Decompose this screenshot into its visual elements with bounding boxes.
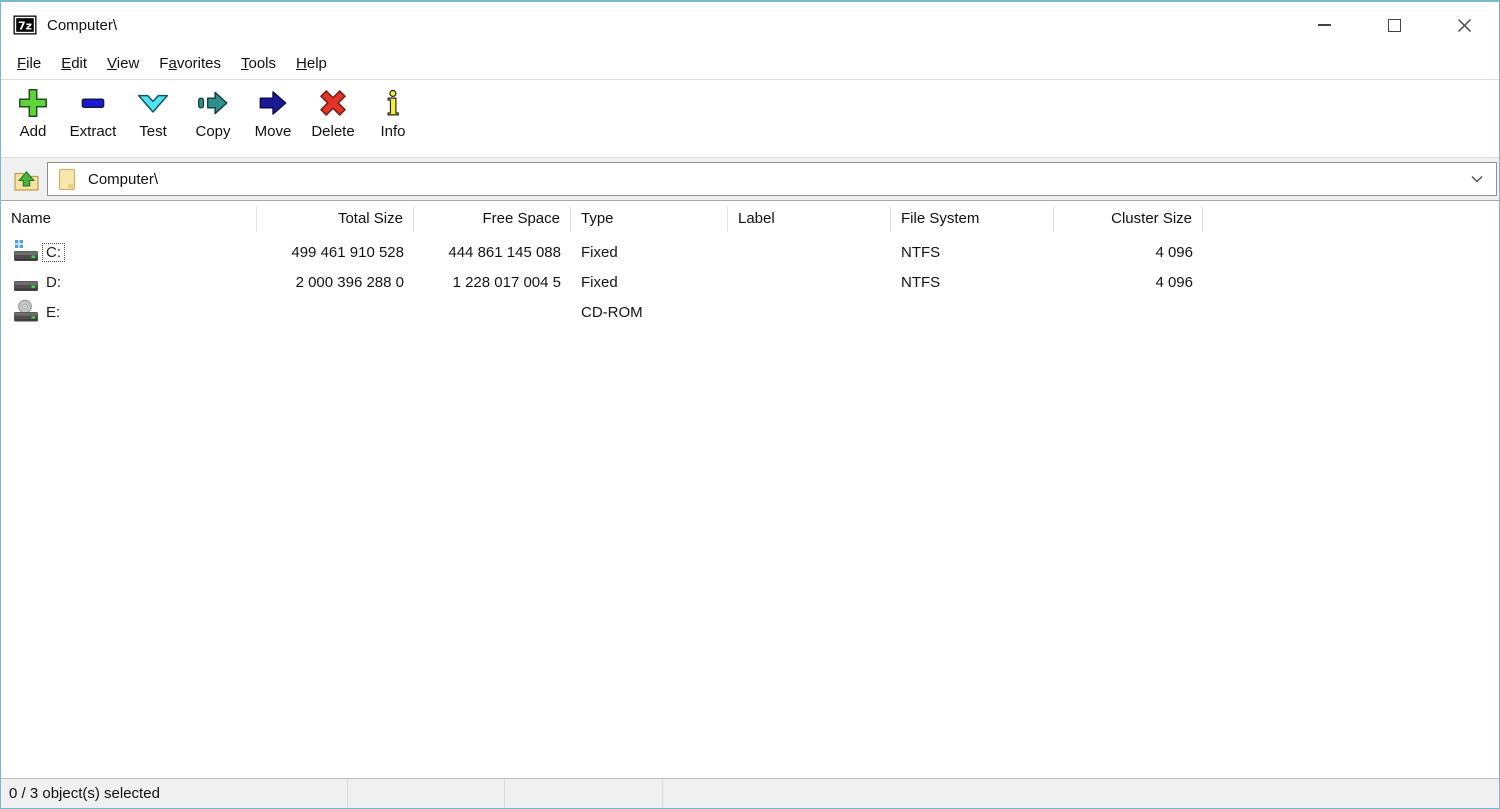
add-button[interactable]: Add (3, 85, 63, 140)
folder-icon (56, 166, 78, 192)
maximize-icon (1388, 19, 1401, 32)
column-header-cluster-size[interactable]: Cluster Size (1054, 206, 1203, 232)
status-panel-2 (348, 779, 505, 808)
menu-help[interactable]: Help (286, 51, 337, 76)
menubar: File Edit View Favorites Tools Help (1, 48, 1499, 80)
cluster-size-cell: 4 096 (1054, 274, 1203, 291)
svg-text:i: i (387, 86, 399, 121)
svg-text:7z: 7z (18, 20, 32, 33)
info-i-icon: i (375, 85, 411, 121)
status-panel-4 (663, 779, 1499, 808)
delete-button[interactable]: Delete (303, 85, 363, 140)
info-button[interactable]: i Info (363, 85, 423, 140)
selection-status: 0 / 3 object(s) selected (1, 779, 348, 808)
7zip-window: 7z Computer\ File Edit View Favorites To… (0, 0, 1500, 809)
copy-arrow-icon (195, 85, 231, 121)
type-cell: Fixed (571, 244, 728, 261)
hard-drive-icon (13, 269, 39, 295)
address-bar: Computer\ (1, 158, 1499, 200)
menu-edit[interactable]: Edit (51, 51, 97, 76)
cd-rom-drive-icon (13, 299, 39, 325)
free-space-cell: 1 228 017 004 5 (414, 274, 571, 291)
list-header: Name Total Size Free Space Type Label Fi… (1, 201, 1499, 237)
address-combobox[interactable]: Computer\ (47, 162, 1497, 196)
column-header-total-size[interactable]: Total Size (257, 206, 414, 232)
status-bar: 0 / 3 object(s) selected (1, 778, 1499, 808)
folder-up-icon (12, 164, 42, 194)
menu-view[interactable]: View (97, 51, 149, 76)
7zip-logo-icon: 7z (13, 13, 37, 37)
test-check-icon (135, 85, 171, 121)
copy-button[interactable]: Copy (183, 85, 243, 140)
add-plus-icon (15, 85, 51, 121)
type-cell: CD-ROM (571, 304, 728, 321)
file-list: Name Total Size Free Space Type Label Fi… (1, 200, 1499, 778)
menu-favorites[interactable]: Favorites (149, 51, 231, 76)
test-button[interactable]: Test (123, 85, 183, 140)
total-size-cell: 499 461 910 528 (257, 244, 414, 261)
cluster-size-cell: 4 096 (1054, 244, 1203, 261)
minimize-button[interactable] (1289, 2, 1359, 48)
window-controls (1289, 2, 1499, 48)
delete-x-icon (315, 85, 351, 121)
type-cell: Fixed (571, 274, 728, 291)
drive-name: C: (43, 244, 64, 261)
file-system-cell: NTFS (891, 244, 1054, 261)
parent-folder-button[interactable] (7, 161, 47, 197)
column-header-filler (1203, 206, 1499, 232)
column-header-name[interactable]: Name (1, 206, 257, 232)
drive-name: D: (43, 274, 64, 291)
minimize-icon (1318, 24, 1331, 26)
titlebar: 7z Computer\ (1, 2, 1499, 48)
close-icon (1457, 18, 1472, 33)
address-value: Computer\ (88, 171, 1470, 188)
column-header-type[interactable]: Type (571, 206, 728, 232)
maximize-button[interactable] (1359, 2, 1429, 48)
free-space-cell: 444 861 145 088 (414, 244, 571, 261)
extract-minus-icon (75, 85, 111, 121)
drive-name: E: (43, 304, 63, 321)
drive-row-c[interactable]: C: 499 461 910 528 444 861 145 088 Fixed… (1, 237, 1499, 267)
column-header-file-system[interactable]: File System (891, 206, 1054, 232)
move-arrow-icon (255, 85, 291, 121)
drive-row-e[interactable]: E: CD-ROM (1, 297, 1499, 327)
drive-row-d[interactable]: D: 2 000 396 288 0 1 228 017 004 5 Fixed… (1, 267, 1499, 297)
extract-button[interactable]: Extract (63, 85, 123, 140)
close-button[interactable] (1429, 2, 1499, 48)
total-size-cell: 2 000 396 288 0 (257, 274, 414, 291)
menu-file[interactable]: File (7, 51, 51, 76)
move-button[interactable]: Move (243, 85, 303, 140)
status-panel-3 (505, 779, 663, 808)
toolbar: Add Extract Test Copy Move (1, 80, 1499, 158)
chevron-down-icon[interactable] (1470, 174, 1484, 184)
menu-tools[interactable]: Tools (231, 51, 286, 76)
system-drive-icon (13, 239, 39, 265)
column-header-label[interactable]: Label (728, 206, 891, 232)
file-system-cell: NTFS (891, 274, 1054, 291)
window-title: Computer\ (47, 17, 117, 34)
column-header-free-space[interactable]: Free Space (414, 206, 571, 232)
